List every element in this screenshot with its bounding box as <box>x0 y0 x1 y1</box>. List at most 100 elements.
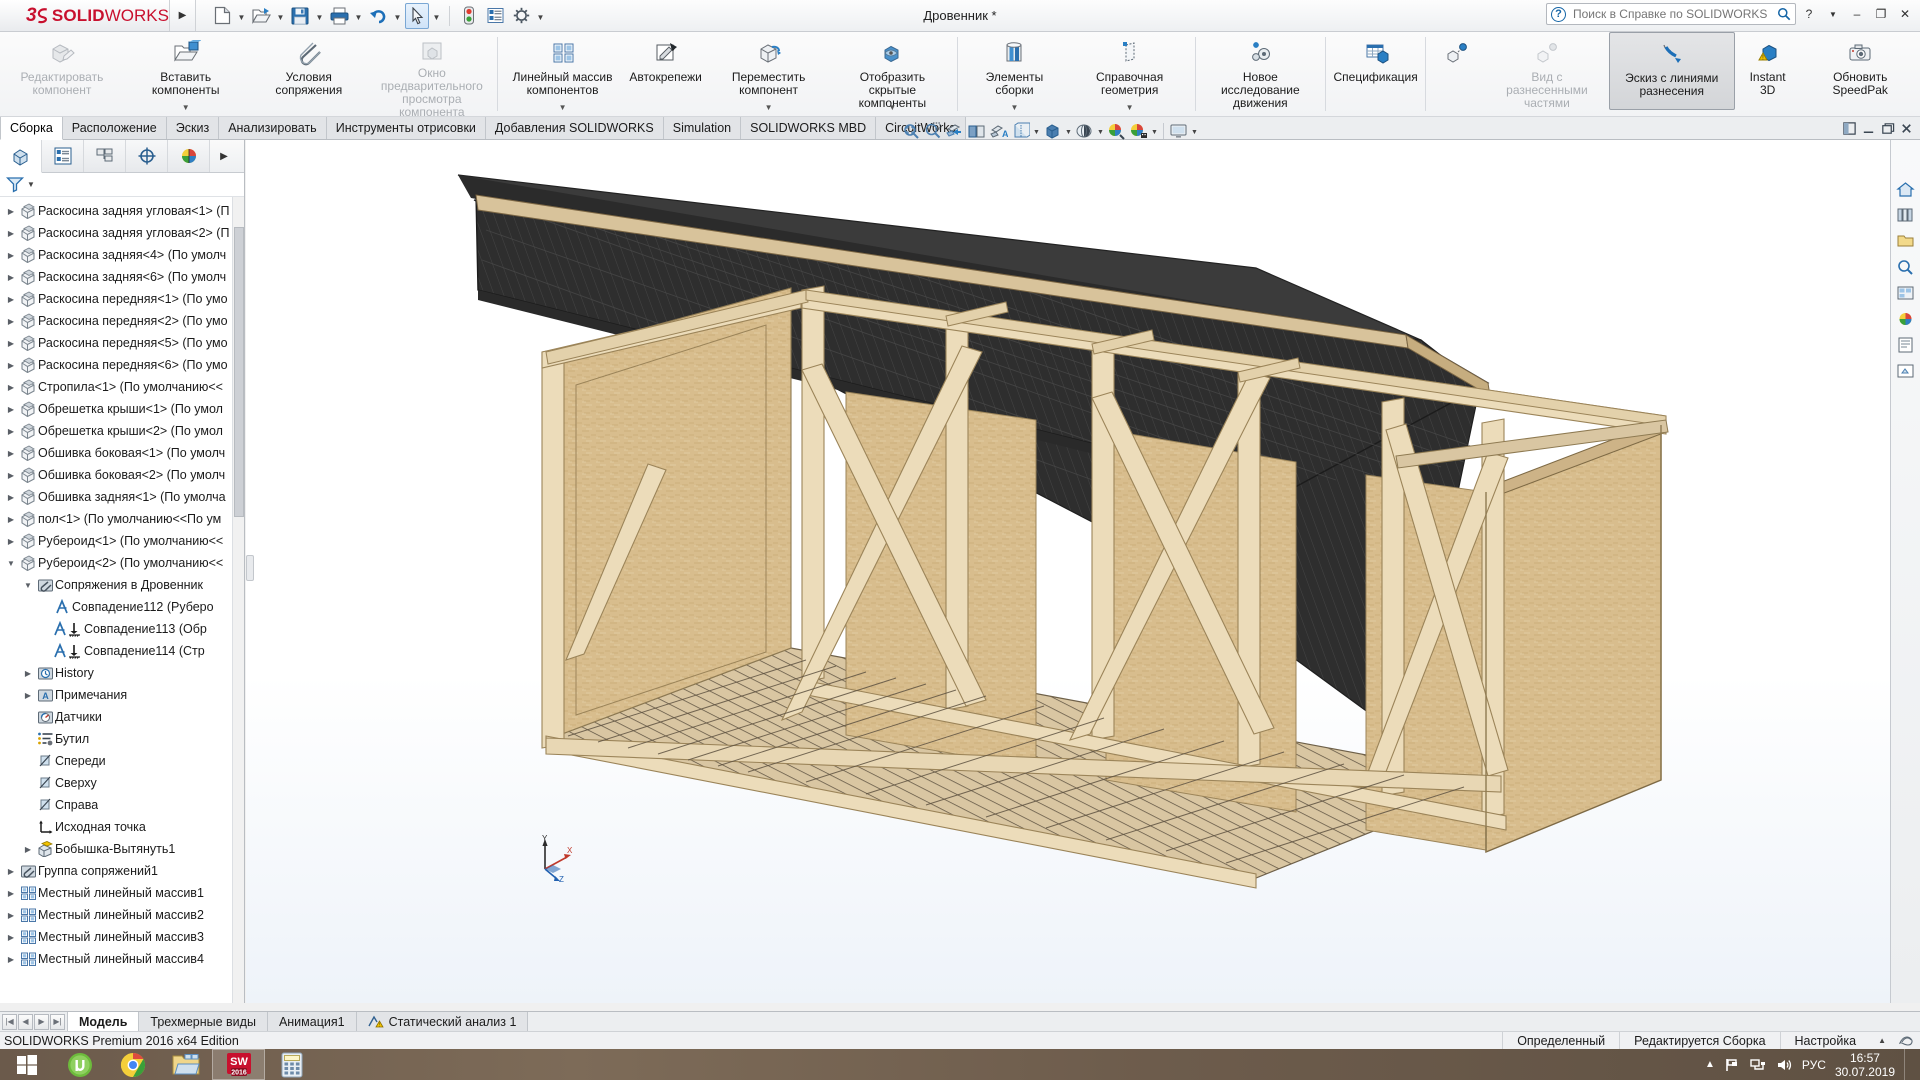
ribbon-reference-geometry[interactable]: Справочная геометрия ▼ <box>1068 32 1192 116</box>
select-tool-dropdown[interactable]: ▼ <box>431 3 442 29</box>
minimize-window-button[interactable]: – <box>1846 3 1868 25</box>
tab-simulation[interactable]: Simulation <box>664 117 741 139</box>
feature-tree-item[interactable]: ▶Бобышка-Вытянуть1 <box>0 838 244 860</box>
language-indicator[interactable]: РУС <box>1802 1058 1826 1072</box>
close-window-button[interactable]: ✕ <box>1894 3 1916 25</box>
utorrent-taskbar-item[interactable] <box>53 1049 106 1080</box>
expand-arrow-icon[interactable]: ▶ <box>4 515 18 524</box>
expand-arrow-icon[interactable]: ▶ <box>4 317 18 326</box>
show-hidden-icons-button[interactable]: ▲ <box>1705 1059 1715 1070</box>
expand-arrow-icon[interactable]: ▶ <box>4 449 18 458</box>
ribbon-edit-component[interactable]: Редактировать компонент <box>0 32 124 116</box>
tab-layout[interactable]: Расположение <box>63 117 167 139</box>
ribbon-new-motion-study[interactable]: Новое исследование движения <box>1198 32 1322 116</box>
status-caret-icon[interactable]: ▲ <box>1870 1036 1894 1045</box>
print-document-button[interactable] <box>327 3 351 29</box>
feature-tree-item[interactable]: ▶Раскосина передняя<2> (По умо <box>0 310 244 332</box>
help-dropdown-button[interactable]: ▼ <box>1822 3 1844 25</box>
apply-scene-icon[interactable] <box>1074 121 1095 141</box>
bottom-tab-model[interactable]: Модель <box>67 1012 139 1031</box>
help-search-box[interactable]: ? <box>1546 3 1796 25</box>
search-input[interactable] <box>1571 6 1777 22</box>
design-library-icon[interactable] <box>1894 204 1918 226</box>
panel-resize-grip[interactable] <box>246 555 254 581</box>
pin-icon[interactable] <box>1842 121 1857 136</box>
expand-arrow-icon[interactable]: ▶ <box>4 361 18 370</box>
next-tab-icon[interactable]: ▶ <box>34 1014 49 1030</box>
display-manager-tab[interactable] <box>168 140 210 172</box>
search-library-icon[interactable] <box>1894 256 1918 278</box>
feature-tree-item[interactable]: Сверху <box>0 772 244 794</box>
view-palette-icon[interactable] <box>1894 282 1918 304</box>
feature-tree-item[interactable]: Спереди <box>0 750 244 772</box>
feature-tree-item[interactable]: Датчики <box>0 706 244 728</box>
feature-tree-item[interactable]: ▶Обрешетка крыши<1> (По умол <box>0 398 244 420</box>
expand-arrow-icon[interactable]: ▶ <box>21 669 35 678</box>
view-setting-icon[interactable] <box>1128 121 1149 141</box>
feature-tree-item[interactable]: ▶History <box>0 662 244 684</box>
tab-evaluate[interactable]: Анализировать <box>219 117 327 139</box>
view-setting-dropdown[interactable]: ▼ <box>1150 121 1159 141</box>
viewport-icon[interactable] <box>1168 121 1189 141</box>
calculator-taskbar-item[interactable] <box>265 1049 318 1080</box>
feature-tree-item[interactable]: Совпадение112 (Руберо <box>0 596 244 618</box>
feature-tree[interactable]: ▶Раскосина задняя угловая<1> (П▶Раскосин… <box>0 197 244 1003</box>
chevron-down-icon[interactable]: ▼ <box>182 101 190 114</box>
expand-arrow-icon[interactable]: ▶ <box>4 383 18 392</box>
section-view-icon[interactable] <box>966 121 987 141</box>
restore-window-button[interactable]: ❐ <box>1870 3 1892 25</box>
feature-tree-item[interactable]: ▶Раскосина передняя<1> (По умо <box>0 288 244 310</box>
feature-tree-item[interactable]: ▶Раскосина задняя<4> (По умолч <box>0 244 244 266</box>
expand-arrow-icon[interactable]: ▶ <box>4 251 18 260</box>
view-orientation-icon[interactable] <box>944 121 965 141</box>
explorer-taskbar-item[interactable] <box>159 1049 212 1080</box>
rebuild-button[interactable] <box>457 3 481 29</box>
status-configuration[interactable]: Настройка <box>1780 1032 1871 1050</box>
solidworks-taskbar-item[interactable]: SW 2016 <box>212 1049 265 1080</box>
save-document-button[interactable] <box>288 3 312 29</box>
chevron-down-icon[interactable]: ▼ <box>1126 101 1134 114</box>
expand-arrow-icon[interactable]: ▶ <box>4 955 18 964</box>
drawing-views-icon[interactable] <box>1894 360 1918 382</box>
chevron-down-icon[interactable]: ▼ <box>1011 101 1019 114</box>
feature-tree-item[interactable]: ▶Обрешетка крыши<2> (По умол <box>0 420 244 442</box>
feature-tree-item[interactable]: ▶Стропила<1> (По умолчанию<< <box>0 376 244 398</box>
feature-tree-item[interactable]: Бутил <box>0 728 244 750</box>
graphics-area[interactable]: Y X Z <box>246 140 1890 1003</box>
expand-arrow-icon[interactable]: ▶ <box>21 691 35 700</box>
expand-menu-arrow[interactable]: ▶ <box>170 0 196 31</box>
ribbon-component-preview[interactable]: Окно предварительного просмотра компонен… <box>370 32 494 116</box>
dimxpert-tab[interactable] <box>126 140 168 172</box>
minimize-icon[interactable] <box>1861 121 1876 136</box>
feature-tree-filter[interactable]: ▼ <box>0 173 244 197</box>
network-icon[interactable] <box>1750 1056 1767 1073</box>
appearances-scenes-icon[interactable] <box>1894 308 1918 330</box>
feature-tree-item[interactable]: ▶Обшивка задняя<1> (По умолча <box>0 486 244 508</box>
tab-assembly[interactable]: Сборка <box>0 117 63 140</box>
expand-arrow-icon[interactable]: ▶ <box>21 845 35 854</box>
apply-scene-dropdown[interactable]: ▼ <box>1096 121 1105 141</box>
property-manager-tab[interactable] <box>42 140 84 172</box>
file-explorer-icon[interactable] <box>1894 230 1918 252</box>
feature-tree-item[interactable]: ▶Раскосина передняя<5> (По умо <box>0 332 244 354</box>
clock[interactable]: 16:57 30.07.2019 <box>1835 1051 1895 1079</box>
collapse-arrow-icon[interactable]: ▼ <box>21 581 35 590</box>
file-properties-button[interactable] <box>483 3 507 29</box>
expand-arrow-icon[interactable]: ▶ <box>4 405 18 414</box>
viewport-dropdown[interactable]: ▼ <box>1190 121 1199 141</box>
feature-tree-item[interactable]: Совпадение113 (Обр <box>0 618 244 640</box>
feature-tree-item[interactable]: Совпадение114 (Стр <box>0 640 244 662</box>
ribbon-exploded-view[interactable] <box>1429 32 1485 116</box>
feature-tree-item[interactable]: ▶Местный линейный массив3 <box>0 926 244 948</box>
options-dropdown[interactable]: ▼ <box>535 3 546 29</box>
feature-tree-item[interactable]: ▶пол<1> (По умолчанию<<По ум <box>0 508 244 530</box>
close-icon[interactable] <box>1899 121 1914 136</box>
display-style-icon[interactable] <box>1010 121 1031 141</box>
edit-appearance-icon[interactable] <box>1106 121 1127 141</box>
chrome-taskbar-item[interactable] <box>106 1049 159 1080</box>
feature-tree-item[interactable]: ▶Местный линейный массив1 <box>0 882 244 904</box>
select-tool-button[interactable] <box>405 3 429 29</box>
ribbon-bom[interactable]: Спецификация <box>1329 32 1422 116</box>
tab-solidworks-mbd[interactable]: SOLIDWORKS MBD <box>741 117 876 139</box>
feature-tree-item[interactable]: ▶Рубероид<1> (По умолчанию<< <box>0 530 244 552</box>
